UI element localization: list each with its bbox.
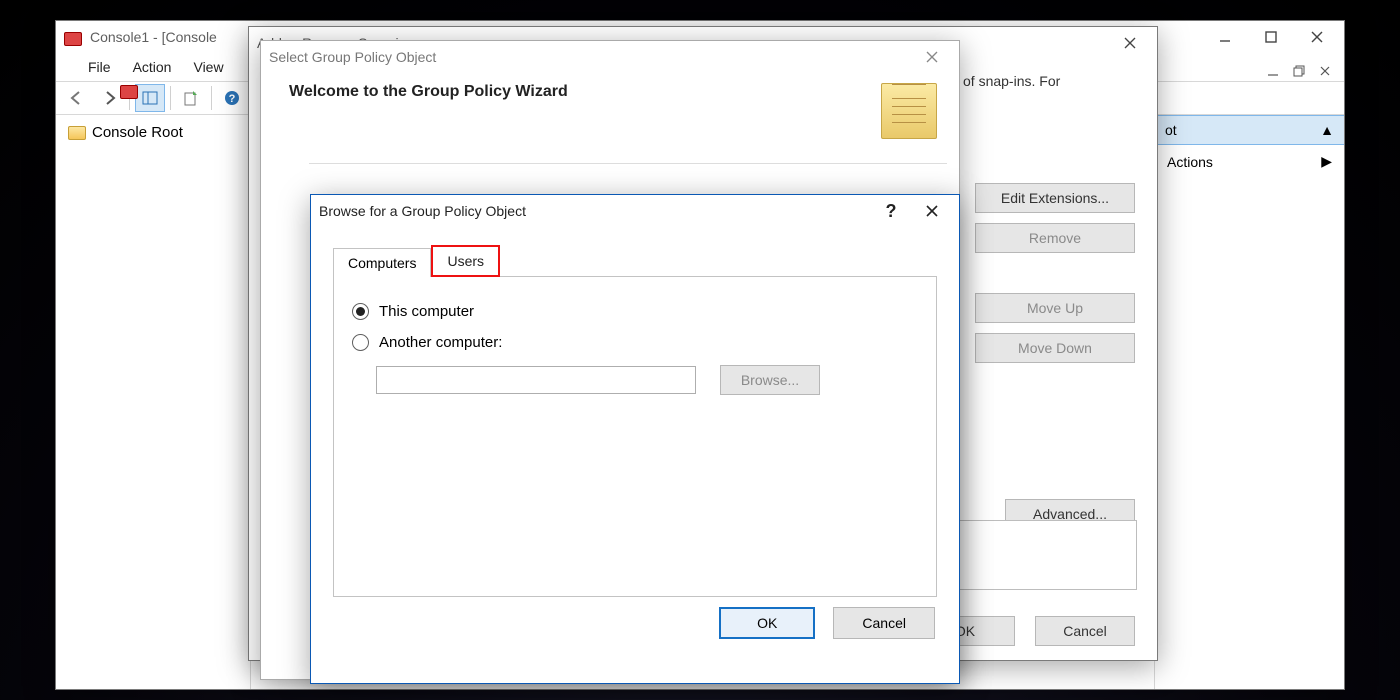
mdi-window-controls xyxy=(1260,59,1338,83)
gpo-tabs: Computers Users xyxy=(333,245,937,277)
separator xyxy=(170,86,171,110)
export-list-button[interactable] xyxy=(176,84,206,112)
show-hide-tree-button[interactable] xyxy=(135,84,165,112)
browse-gpo-dialog: Browse for a Group Policy Object ? Compu… xyxy=(310,194,960,684)
close-button[interactable] xyxy=(909,195,955,227)
tree-item-label: Console Root xyxy=(92,124,183,141)
menu-view[interactable]: View xyxy=(193,59,223,75)
snapin-cancel-button[interactable]: Cancel xyxy=(1035,616,1135,646)
browse-cancel-button[interactable]: Cancel xyxy=(833,607,935,639)
mmc-app-icon xyxy=(64,32,82,46)
wizard-titlebar[interactable]: Select Group Policy Object xyxy=(261,41,959,73)
radio-label: This computer xyxy=(379,303,474,320)
tree-item-console-root[interactable]: Console Root xyxy=(64,121,242,144)
wizard-title: Select Group Policy Object xyxy=(269,49,436,65)
computer-name-input[interactable] xyxy=(376,366,696,394)
radio-icon-unselected xyxy=(352,334,369,351)
menu-action[interactable]: Action xyxy=(133,59,172,75)
actions-header[interactable]: ot ▲ xyxy=(1155,115,1344,145)
console-tree[interactable]: Console Root xyxy=(56,115,251,689)
tab-users[interactable]: Users xyxy=(431,245,500,277)
folder-icon xyxy=(68,126,86,140)
back-button[interactable] xyxy=(62,84,92,112)
mdi-restore-button[interactable] xyxy=(1286,59,1312,83)
move-up-button[interactable]: Move Up xyxy=(975,293,1135,323)
radio-label: Another computer: xyxy=(379,334,502,351)
mmc-title: Console1 - [Console xyxy=(90,29,217,45)
separator xyxy=(211,86,212,110)
browse-title: Browse for a Group Policy Object xyxy=(319,203,526,219)
radio-icon-selected xyxy=(352,303,369,320)
help-button[interactable]: ? xyxy=(873,201,909,222)
mdi-close-button[interactable] xyxy=(1312,59,1338,83)
actions-more[interactable]: Actions ▶ xyxy=(1155,145,1344,178)
svg-text:?: ? xyxy=(229,93,236,105)
scroll-icon xyxy=(881,83,937,139)
doc-icon xyxy=(120,85,138,99)
browse-computer-button[interactable]: Browse... xyxy=(720,365,820,395)
close-button[interactable] xyxy=(1294,21,1340,53)
remove-button[interactable]: Remove xyxy=(975,223,1135,253)
chevron-right-icon: ▶ xyxy=(1321,153,1332,170)
tab-computers-page: This computer Another computer: Browse..… xyxy=(333,277,937,597)
minimize-button[interactable] xyxy=(1202,21,1248,53)
tab-computers[interactable]: Computers xyxy=(333,248,431,277)
radio-another-computer[interactable]: Another computer: xyxy=(352,334,918,351)
actions-pane: ot ▲ Actions ▶ xyxy=(1154,115,1344,689)
help-button[interactable]: ? xyxy=(217,84,247,112)
close-button[interactable] xyxy=(1107,27,1153,59)
radio-this-computer[interactable]: This computer xyxy=(352,303,918,320)
close-button[interactable] xyxy=(909,41,955,73)
browse-titlebar[interactable]: Browse for a Group Policy Object ? xyxy=(311,195,959,227)
menu-file[interactable]: File xyxy=(88,59,111,75)
edit-extensions-button[interactable]: Edit Extensions... xyxy=(975,183,1135,213)
mdi-minimize-button[interactable] xyxy=(1260,59,1286,83)
collapse-up-icon[interactable]: ▲ xyxy=(1320,122,1334,138)
browse-ok-button[interactable]: OK xyxy=(719,607,815,639)
maximize-button[interactable] xyxy=(1248,21,1294,53)
wizard-welcome-heading: Welcome to the Group Policy Wizard xyxy=(289,83,568,101)
move-down-button[interactable]: Move Down xyxy=(975,333,1135,363)
